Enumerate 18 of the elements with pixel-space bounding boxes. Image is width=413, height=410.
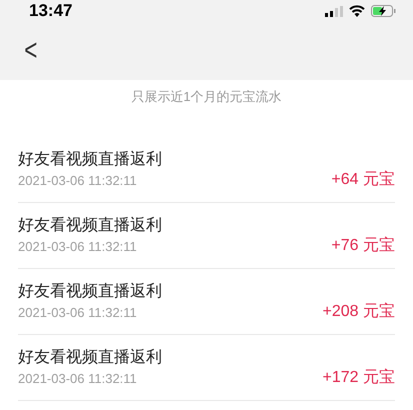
notice-text: 只展示近1个月的元宝流水 [131, 88, 282, 106]
record-title: 好友看视频直播返利 [18, 216, 162, 236]
record-time: 2021-03-06 11:32:11 [18, 370, 138, 388]
record-title: 好友看视频直播返利 [18, 282, 162, 302]
back-button[interactable]: < [24, 36, 38, 66]
record-title: 好友看视频直播返利 [18, 348, 162, 368]
record-amount: +76 元宝 [331, 236, 395, 256]
status-time: 13:47 [29, 0, 72, 22]
record-amount: +64 元宝 [331, 170, 395, 190]
battery-charging-icon [371, 5, 396, 17]
record-title: 好友看视频直播返利 [18, 150, 162, 170]
record-time: 2021-03-06 11:32:11 [18, 304, 138, 322]
wifi-icon [349, 5, 365, 17]
record-amount: +208 元宝 [322, 302, 395, 322]
signal-icon [325, 6, 343, 16]
record-time: 2021-03-06 11:32:11 [18, 172, 138, 190]
record-time: 2021-03-06 11:32:11 [18, 238, 138, 256]
record-amount: +172 元宝 [322, 368, 395, 388]
